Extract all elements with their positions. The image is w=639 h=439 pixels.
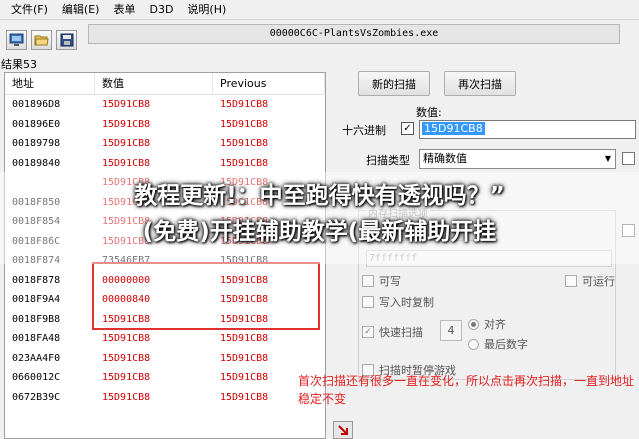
scan-type-select[interactable]: 精确数值 ▼ xyxy=(419,149,616,169)
fast-scan-alignment-input[interactable]: 4 xyxy=(440,320,462,341)
overlay-text: 教程更新!：中至跑得快有透视吗？” (免费)开挂辅助教学(最新辅助开挂 xyxy=(0,178,639,250)
add-to-list-button[interactable] xyxy=(333,421,353,439)
value-input-text: 15D91CB8 xyxy=(422,122,485,135)
side-checkbox[interactable] xyxy=(622,152,635,165)
address-cell: 0018FA48 xyxy=(12,333,61,345)
executable-label: 可运行 xyxy=(582,275,615,288)
table-row[interactable]: 00189798 15D91CB8 15D91CB8 xyxy=(5,134,325,154)
column-header-address[interactable]: 地址 xyxy=(5,73,95,95)
floppy-save-icon xyxy=(60,33,73,47)
copy-on-write-label: 写入时复制 xyxy=(379,296,434,309)
computer-process-icon xyxy=(9,33,24,46)
previous-cell: 15D91CB8 xyxy=(220,157,269,169)
last-digits-option[interactable]: 最后数字 xyxy=(468,336,528,352)
process-title: 00000C6C-PlantsVsZombies.exe xyxy=(88,24,620,44)
writable-option[interactable]: 可写 xyxy=(362,273,401,289)
writable-checkbox[interactable] xyxy=(362,275,374,287)
open-file-button[interactable] xyxy=(31,30,52,50)
previous-cell: 15D91CB8 xyxy=(220,118,269,130)
hex-checkbox[interactable]: ✓ xyxy=(401,122,414,135)
previous-cell: 15D91CB8 xyxy=(220,352,269,364)
table-row[interactable]: 0672B39C 15D91CB8 15D91CB8 xyxy=(5,388,325,408)
align-option[interactable]: 对齐 xyxy=(468,316,506,332)
address-cell: 0660012C xyxy=(12,372,61,384)
arrow-down-right-icon xyxy=(338,425,348,435)
value-cell: 15D91CB8 xyxy=(102,99,151,111)
copy-on-write-option[interactable]: 写入时复制 xyxy=(362,294,434,310)
value-input[interactable]: 15D91CB8 xyxy=(419,120,636,139)
hex-label: 十六进制 xyxy=(342,124,386,137)
table-row[interactable]: 023AA4F0 15D91CB8 15D91CB8 xyxy=(5,349,325,369)
fast-scan-checkbox[interactable]: ✓ xyxy=(362,326,374,338)
table-row[interactable] xyxy=(5,407,325,427)
address-cell: 0018F878 xyxy=(12,274,61,286)
table-row[interactable]: 00189840 15D91CB8 15D91CB8 xyxy=(5,154,325,174)
address-cell: 0672B39C xyxy=(12,391,61,403)
value-cell: 15D91CB8 xyxy=(102,138,151,150)
last-digits-radio[interactable] xyxy=(468,338,479,350)
next-scan-button[interactable]: 再次扫描 xyxy=(444,71,516,96)
highlight-box xyxy=(92,262,320,330)
save-button[interactable] xyxy=(56,30,77,50)
scan-type-label: 扫描类型 xyxy=(366,154,410,167)
align-label: 对齐 xyxy=(484,318,506,331)
chevron-down-icon: ▼ xyxy=(604,154,611,163)
new-scan-button[interactable]: 新的扫描 xyxy=(358,71,430,96)
address-cell: 023AA4F0 xyxy=(12,352,61,364)
previous-cell: 15D91CB8 xyxy=(220,138,269,150)
folder-open-icon xyxy=(34,35,49,46)
menu-help[interactable]: 说明(H) xyxy=(180,0,233,20)
previous-cell: 15D91CB8 xyxy=(220,333,269,345)
align-radio[interactable] xyxy=(468,318,479,330)
value-label: 数值: xyxy=(416,106,442,119)
column-header-previous[interactable]: Previous xyxy=(213,73,325,95)
value-cell: 15D91CB8 xyxy=(102,372,151,384)
table-row[interactable]: 001896D8 15D91CB8 15D91CB8 xyxy=(5,95,325,115)
table-row[interactable]: 001896E0 15D91CB8 15D91CB8 xyxy=(5,115,325,135)
address-cell: 00189840 xyxy=(12,157,61,169)
executable-option[interactable]: 可运行 xyxy=(565,273,615,289)
menu-edit[interactable]: 编辑(E) xyxy=(55,0,107,20)
table-row[interactable]: 0018FA48 15D91CB8 15D91CB8 xyxy=(5,329,325,349)
value-cell: 15D91CB8 xyxy=(102,352,151,364)
column-header-value[interactable]: 数值 xyxy=(95,73,213,95)
value-cell: 15D91CB8 xyxy=(102,118,151,130)
executable-checkbox[interactable] xyxy=(565,275,577,287)
open-process-button[interactable] xyxy=(6,30,27,50)
menu-d3d[interactable]: D3D xyxy=(142,0,180,20)
list-header: 地址 数值 Previous xyxy=(5,73,325,95)
last-digits-label: 最后数字 xyxy=(484,338,528,351)
fast-scan-label: 快速扫描 xyxy=(379,326,423,339)
value-cell: 15D91CB8 xyxy=(102,157,151,169)
menu-table[interactable]: 表单 xyxy=(106,0,142,20)
menu-file[interactable]: 文件(F) xyxy=(4,0,55,20)
value-cell: 15D91CB8 xyxy=(102,391,151,403)
value-cell: 15D91CB8 xyxy=(102,333,151,345)
address-cell: 001896D8 xyxy=(12,99,61,111)
scan-type-value: 精确数值 xyxy=(423,152,467,165)
table-row[interactable]: 0660012C 15D91CB8 15D91CB8 xyxy=(5,368,325,388)
writable-label: 可写 xyxy=(379,275,401,288)
annotation-note: 首次扫描还有很多一直在变化，所以点击再次扫描，一直到地址稳定不变 xyxy=(298,374,635,406)
address-cell: 0018F9B8 xyxy=(12,313,61,325)
address-cell: 00189798 xyxy=(12,138,61,150)
menu-bar: 文件(F) 编辑(E) 表单 D3D 说明(H) xyxy=(0,0,639,20)
previous-cell: 15D91CB8 xyxy=(220,99,269,111)
results-count: 结果53 xyxy=(1,58,37,71)
overlay-line-1: 教程更新!：中至跑得快有透视吗？” xyxy=(134,183,505,209)
address-cell: 001896E0 xyxy=(12,118,61,130)
address-cell: 0018F9A4 xyxy=(12,294,61,306)
fast-scan-option[interactable]: ✓ 快速扫描 xyxy=(362,324,423,340)
overlay-line-2: (免费)开挂辅助教学(最新辅助开挂 xyxy=(142,219,497,245)
copy-on-write-checkbox[interactable] xyxy=(362,296,374,308)
